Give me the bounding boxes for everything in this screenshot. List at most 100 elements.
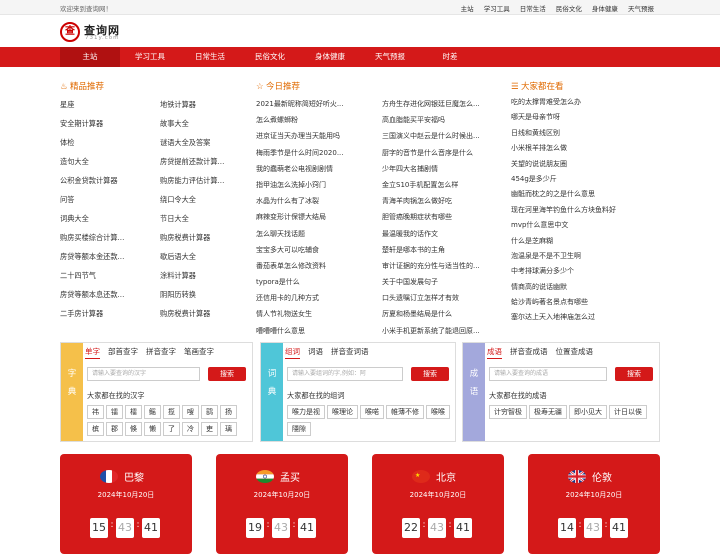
popular-link[interactable]: 小米根羊排怎么做 [511, 143, 661, 158]
popular-link[interactable]: 蛤沙青屿著名景点有哪些 [511, 297, 661, 312]
recommend-link[interactable]: 节日大全 [160, 214, 250, 224]
popular-link[interactable]: 塞尔达上天入地神庙怎么过 [511, 312, 661, 327]
today-link[interactable]: 金立S10手机配置怎么样 [382, 180, 496, 190]
popular-link[interactable]: 情商高的说话幽默 [511, 282, 661, 297]
today-link[interactable]: typora是什么 [256, 277, 356, 287]
chip-item[interactable]: 计日以俟 [609, 405, 647, 419]
today-link[interactable]: 还信用卡的几种方式 [256, 293, 356, 303]
nav-study[interactable]: 学习工具 [120, 47, 180, 67]
today-link[interactable]: 楚轩是哪本书的主角 [382, 245, 496, 255]
search-button[interactable]: 搜索 [411, 367, 449, 381]
recommend-link[interactable]: 绕口令大全 [160, 195, 250, 205]
top-link-study[interactable]: 学习工具 [484, 5, 510, 13]
top-link-life[interactable]: 日常生活 [520, 5, 546, 13]
recommend-link[interactable]: 造句大全 [60, 157, 150, 167]
popular-link[interactable]: 中考排球满分多少个 [511, 266, 661, 281]
panel-tab[interactable]: 词语 [308, 347, 323, 356]
chip-item[interactable]: 鹞 [201, 405, 218, 419]
nav-timezone[interactable]: 时差 [420, 47, 480, 67]
top-link-health[interactable]: 身体健康 [592, 5, 618, 13]
chip-item[interactable]: 隱隙 [287, 422, 311, 436]
recommend-link[interactable]: 二十四节气 [60, 271, 150, 281]
search-input[interactable]: 请输入要查询的成语 [489, 367, 607, 381]
search-input[interactable]: 请输入要组词的字,例如：阿 [287, 367, 403, 381]
chip-item[interactable]: 极寿无疆 [529, 405, 567, 419]
today-link[interactable]: 2021最新昵称简短好听火... [256, 99, 356, 109]
chip-item[interactable]: 扬 [220, 405, 237, 419]
recommend-link[interactable]: 房贷等额本息还款... [60, 290, 150, 300]
panel-tab[interactable]: 位置查成语 [556, 347, 594, 356]
search-button[interactable]: 搜索 [615, 367, 653, 381]
today-link[interactable]: 青海羊肉锅怎么做好吃 [382, 196, 496, 206]
top-link-weather[interactable]: 天气预报 [628, 5, 654, 13]
recommend-link[interactable]: 购房税费计算器 [160, 233, 250, 243]
recommend-link[interactable]: 房贷提前还款计算... [160, 157, 250, 167]
search-input[interactable]: 请输入要查询的汉字 [87, 367, 200, 381]
nav-main[interactable]: 主站 [60, 47, 120, 67]
panel-tab[interactable]: 拼音查成语 [510, 347, 548, 356]
popular-link[interactable]: 关望的说说朋友圈 [511, 159, 661, 174]
today-link[interactable]: 怎么聊天找话题 [256, 229, 356, 239]
today-link[interactable]: 关于中国发展句子 [382, 277, 496, 287]
chip-item[interactable]: 喉喏 [360, 405, 384, 419]
recommend-link[interactable]: 星座 [60, 100, 150, 110]
chip-item[interactable]: 懒 [144, 422, 161, 436]
today-link[interactable]: 梅雨季节是什么时间2020... [256, 148, 356, 158]
today-link[interactable]: 进京证当天办理当天能用吗 [256, 131, 356, 141]
today-link[interactable]: 宝宝多大可以吃辅食 [256, 245, 356, 255]
recommend-link[interactable]: 体检 [60, 138, 150, 148]
chip-item[interactable]: 鳐 [144, 405, 161, 419]
today-link[interactable]: 怎么煮螺蛳粉 [256, 115, 356, 125]
today-link[interactable]: 麻辣变形计保镖大结局 [256, 212, 356, 222]
search-button[interactable]: 搜索 [208, 367, 246, 381]
chip-item[interactable]: 喉理论 [327, 405, 358, 419]
chip-item[interactable]: 了 [163, 422, 180, 436]
chip-item[interactable]: 镭 [106, 405, 123, 419]
today-link[interactable]: 小米手机更新系统了能退回原... [382, 326, 496, 336]
today-link[interactable]: 水晶为什么有了冰裂 [256, 196, 356, 206]
chip-item[interactable]: 喉力是视 [287, 405, 325, 419]
recommend-link[interactable]: 谜语大全及答案 [160, 138, 250, 148]
site-logo[interactable]: 查 查询网 731y.com [60, 20, 130, 44]
chip-item[interactable]: 祎 [87, 405, 104, 419]
today-link[interactable]: 我的蠢萌老公电视剧剧情 [256, 164, 356, 174]
popular-link[interactable]: 日线和黄线区别 [511, 128, 661, 143]
today-link[interactable]: 厨字的音节是什么音序是什么 [382, 148, 496, 158]
chip-item[interactable]: 槟 [87, 422, 104, 436]
popular-link[interactable]: 吃的太撑胃难受怎么办 [511, 97, 661, 112]
recommend-link[interactable]: 词典大全 [60, 214, 150, 224]
panel-tab[interactable]: 拼音查字 [146, 347, 176, 356]
chip-item[interactable]: 璃 [220, 422, 237, 436]
popular-link[interactable]: 什么是芝麻糊 [511, 236, 661, 251]
chip-item[interactable]: 冷 [182, 422, 199, 436]
today-link[interactable]: 嘈嘈嘈什么意思 [256, 326, 356, 336]
popular-link[interactable]: 454g是多少斤 [511, 174, 661, 189]
nav-folk[interactable]: 民俗文化 [240, 47, 300, 67]
panel-tab[interactable]: 部首查字 [108, 347, 138, 356]
chip-item[interactable]: 计穷智极 [489, 405, 527, 419]
nav-weather[interactable]: 天气预报 [360, 47, 420, 67]
chip-item[interactable]: 即小见大 [569, 405, 607, 419]
today-link[interactable]: 厉夏和杨墨结局是什么 [382, 309, 496, 319]
today-link[interactable]: 口头遗嘱订立怎样才有效 [382, 293, 496, 303]
chip-item[interactable]: 檑 [125, 405, 142, 419]
panel-tab[interactable]: 成语 [487, 347, 502, 359]
chip-item[interactable]: 帷薄不修 [386, 405, 424, 419]
panel-tab[interactable]: 笔画查字 [184, 347, 214, 356]
panel-tab[interactable]: 组词 [285, 347, 300, 359]
recommend-link[interactable]: 房贷等额本金还款... [60, 252, 150, 262]
chip-item[interactable]: 揽 [163, 405, 180, 419]
today-link[interactable]: 最温暖我的话作文 [382, 229, 496, 239]
recommend-link[interactable]: 二手房计算器 [60, 309, 150, 319]
top-link-main[interactable]: 主站 [461, 5, 474, 13]
today-link[interactable]: 番茄表单怎么修改资料 [256, 261, 356, 271]
recommend-link[interactable]: 涂料计算器 [160, 271, 250, 281]
recommend-link[interactable]: 问答 [60, 195, 150, 205]
today-link[interactable]: 胆管癌晚期症状有哪些 [382, 212, 496, 222]
chip-item[interactable]: 郡 [106, 422, 123, 436]
popular-link[interactable]: 幽骶而枕之的之是什么意思 [511, 189, 661, 204]
recommend-link[interactable]: 地铁计算器 [160, 100, 250, 110]
chip-item[interactable]: 喉喉 [426, 405, 450, 419]
popular-link[interactable]: 现在河里海竿钓鱼什么方块鱼料好 [511, 205, 661, 220]
recommend-link[interactable]: 阴阳历转换 [160, 290, 250, 300]
